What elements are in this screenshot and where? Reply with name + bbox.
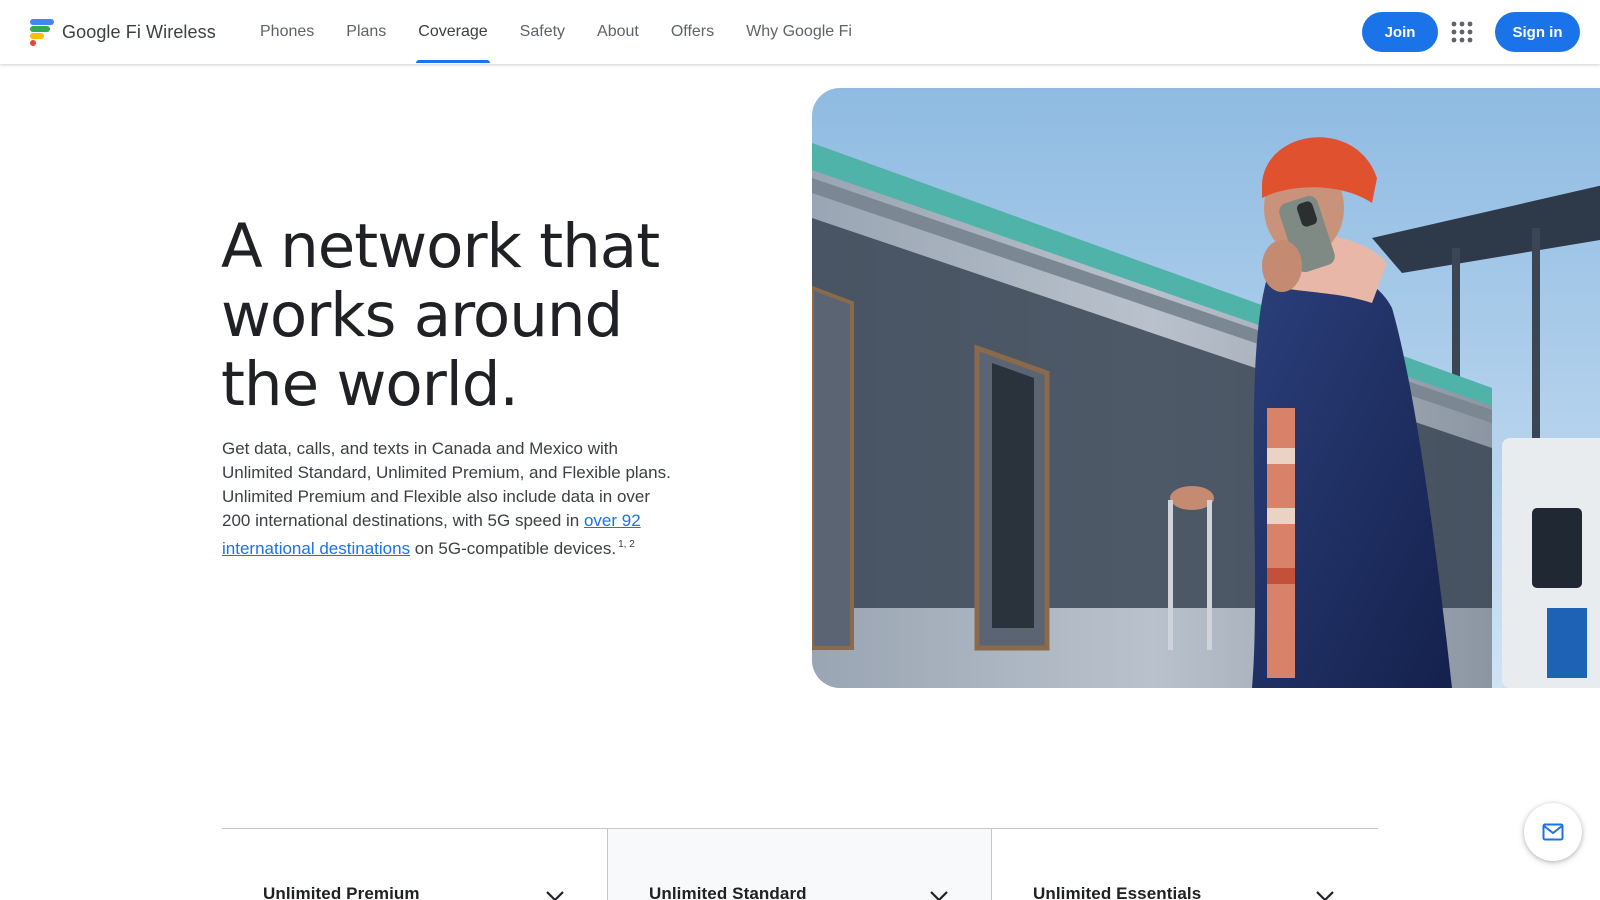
nav-item-about[interactable]: About: [581, 0, 655, 64]
brand-name: Google Fi Wireless: [62, 21, 216, 42]
plan-tab-label: Unlimited Premium: [263, 884, 420, 900]
hero-title-line-3: the world.: [221, 349, 519, 420]
nav-item-why-google-fi[interactable]: Why Google Fi: [730, 0, 868, 64]
plan-tab-unlimited-essentials[interactable]: Unlimited Essentials: [992, 829, 1377, 900]
sign-in-button[interactable]: Sign in: [1495, 12, 1580, 52]
hero-title-line-1: A network that: [221, 211, 660, 282]
hero-body-text-2: on 5G-compatible devices.: [410, 539, 617, 558]
site-header: Google Fi Wireless Phones Plans Coverage…: [0, 0, 1600, 64]
nav-item-safety[interactable]: Safety: [504, 0, 581, 64]
plan-tab-unlimited-standard[interactable]: Unlimited Standard: [607, 829, 992, 900]
join-button[interactable]: Join: [1362, 12, 1438, 52]
plan-tab-unlimited-premium[interactable]: Unlimited Premium: [222, 829, 607, 900]
chevron-down-icon: [930, 891, 948, 900]
nav-item-plans[interactable]: Plans: [330, 0, 402, 64]
fi-logo-icon: [30, 18, 55, 46]
plan-tab-label: Unlimited Essentials: [1033, 884, 1202, 900]
hero-title: A network that works around the world.: [221, 212, 741, 419]
nav-item-coverage[interactable]: Coverage: [402, 0, 503, 64]
hero-photo-illustration: [812, 88, 1600, 688]
main-nav: Phones Plans Coverage Safety About Offer…: [244, 0, 868, 64]
chevron-down-icon: [1316, 891, 1334, 900]
contact-mail-button[interactable]: [1524, 803, 1582, 861]
chevron-down-icon: [546, 891, 564, 900]
hero-description: Get data, calls, and texts in Canada and…: [222, 437, 677, 561]
footnote-markers[interactable]: 1, 2: [618, 539, 635, 550]
google-fi-logo[interactable]: Google Fi Wireless: [30, 17, 216, 47]
mail-icon: [1542, 823, 1564, 841]
nav-item-offers[interactable]: Offers: [655, 0, 730, 64]
hero-title-line-2: works around: [221, 280, 623, 351]
nav-item-phones[interactable]: Phones: [244, 0, 330, 64]
apps-grid-icon[interactable]: [1451, 21, 1473, 43]
plan-tab-label: Unlimited Standard: [649, 884, 807, 900]
hero-photo-traveler-on-phone: [812, 88, 1600, 688]
